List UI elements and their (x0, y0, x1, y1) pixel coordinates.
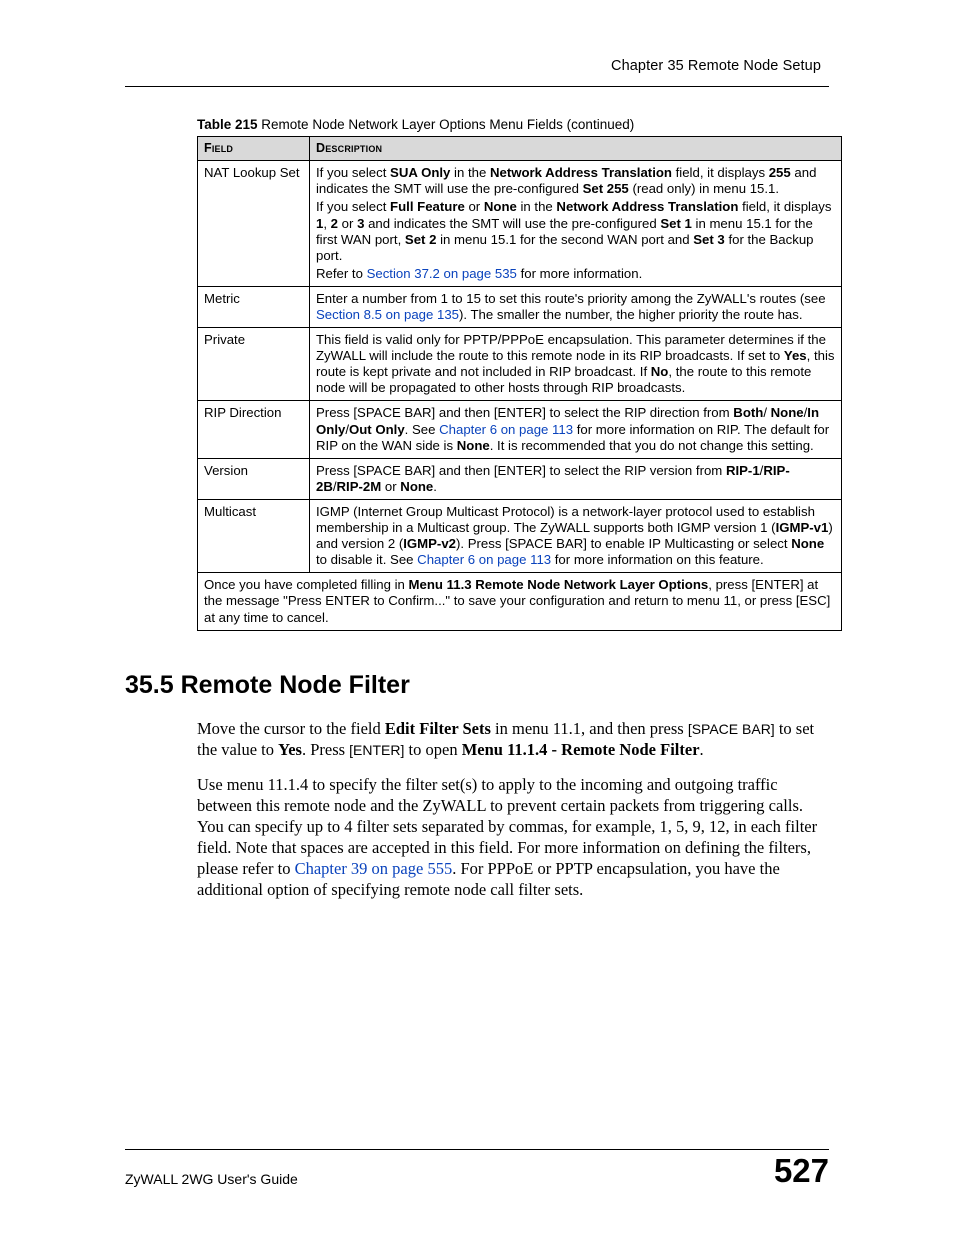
section-heading: 35.5 Remote Node Filter (125, 671, 829, 700)
field-name: Multicast (198, 499, 310, 572)
field-name: NAT Lookup Set (198, 161, 310, 287)
field-name: Version (198, 458, 310, 499)
page-footer: ZyWALL 2WG User's Guide 527 (125, 1149, 829, 1187)
page-number: 527 (774, 1154, 829, 1187)
body-paragraph: Move the cursor to the field Edit Filter… (197, 718, 829, 760)
body-paragraph: Use menu 11.1.4 to specify the filter se… (197, 774, 829, 901)
xref-link[interactable]: Chapter 6 on page 113 (417, 552, 551, 567)
field-name: Metric (198, 286, 310, 327)
th-field: Field (198, 137, 310, 161)
field-desc: This field is valid only for PPTP/PPPoE … (310, 328, 842, 401)
table-row: NAT Lookup Set If you select SUA Only in… (198, 161, 842, 287)
table-row: Private This field is valid only for PPT… (198, 328, 842, 401)
xref-link[interactable]: Chapter 6 on page 113 (439, 422, 573, 437)
table-row: Multicast IGMP (Internet Group Multicast… (198, 499, 842, 572)
xref-link[interactable]: Section 37.2 on page 535 (367, 266, 517, 281)
table-caption-text: Remote Node Network Layer Options Menu F… (258, 117, 635, 132)
field-desc: Press [SPACE BAR] and then [ENTER] to se… (310, 401, 842, 458)
table-row: Metric Enter a number from 1 to 15 to se… (198, 286, 842, 327)
field-desc: If you select SUA Only in the Network Ad… (310, 161, 842, 287)
th-desc: Description (310, 137, 842, 161)
footer-guide: ZyWALL 2WG User's Guide (125, 1171, 298, 1187)
field-desc: Enter a number from 1 to 15 to set this … (310, 286, 842, 327)
field-desc: Press [SPACE BAR] and then [ENTER] to se… (310, 458, 842, 499)
table-label: Table 215 (197, 117, 258, 132)
xref-link[interactable]: Chapter 39 on page 555 (295, 859, 453, 878)
table-footnote: Once you have completed filling in Menu … (198, 573, 842, 630)
xref-link[interactable]: Section 8.5 on page 135 (316, 307, 459, 322)
running-header: Chapter 35 Remote Node Setup (125, 58, 829, 87)
footnote-cell: Once you have completed filling in Menu … (198, 573, 842, 630)
table-row: Version Press [SPACE BAR] and then [ENTE… (198, 458, 842, 499)
field-desc: IGMP (Internet Group Multicast Protocol)… (310, 499, 842, 572)
field-name: RIP Direction (198, 401, 310, 458)
table-row: RIP Direction Press [SPACE BAR] and then… (198, 401, 842, 458)
table-caption: Table 215 Remote Node Network Layer Opti… (197, 117, 829, 132)
field-name: Private (198, 328, 310, 401)
fields-table: Field Description NAT Lookup Set If you … (197, 136, 842, 631)
